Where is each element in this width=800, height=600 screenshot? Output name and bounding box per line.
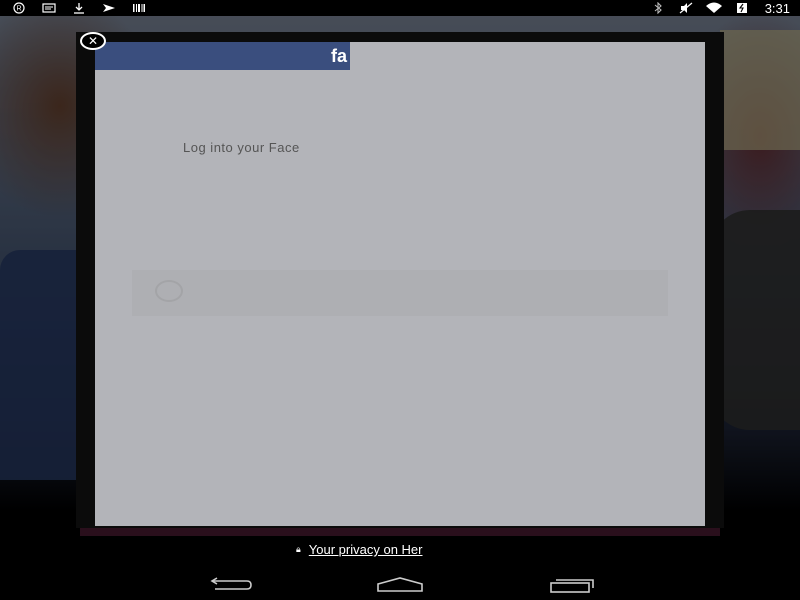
recent-apps-icon: [548, 577, 596, 593]
status-bar: R 3:31: [0, 0, 800, 16]
back-button[interactable]: [200, 572, 260, 598]
faint-loading-row: [132, 270, 668, 316]
lock-icon: 🔒︎: [296, 544, 301, 554]
battery-icon: [733, 2, 751, 14]
home-button[interactable]: [370, 572, 430, 598]
clock-time: 3:31: [764, 0, 790, 16]
back-icon: [207, 577, 253, 593]
privacy-footer: 🔒︎ Your privacy on Her: [296, 542, 422, 557]
send-icon: [100, 2, 118, 14]
wifi-icon: [705, 2, 723, 14]
close-dialog-button[interactable]: ✕: [80, 32, 106, 50]
svg-text:R: R: [16, 6, 21, 13]
dialog-webview: fa Log into your Face: [95, 42, 705, 526]
download-icon: [70, 2, 88, 14]
status-bar-left: R: [10, 0, 148, 16]
login-prompt-text: Log into your Face: [183, 140, 300, 155]
home-icon: [375, 577, 425, 593]
privacy-link[interactable]: Your privacy on Her: [309, 542, 423, 557]
bluetooth-icon: [649, 2, 667, 14]
message-icon: [40, 2, 58, 14]
barcode-icon: [130, 2, 148, 14]
close-icon: ✕: [87, 34, 99, 48]
navigation-bar: [0, 570, 800, 600]
registered-icon: R: [10, 2, 28, 14]
status-bar-right: 3:31: [649, 0, 790, 16]
recent-apps-button[interactable]: [542, 572, 602, 598]
loading-spinner-icon: [155, 280, 183, 302]
facebook-header-bar: fa: [95, 42, 350, 70]
mute-icon: [677, 2, 695, 14]
facebook-logo-text: fa: [331, 46, 348, 66]
